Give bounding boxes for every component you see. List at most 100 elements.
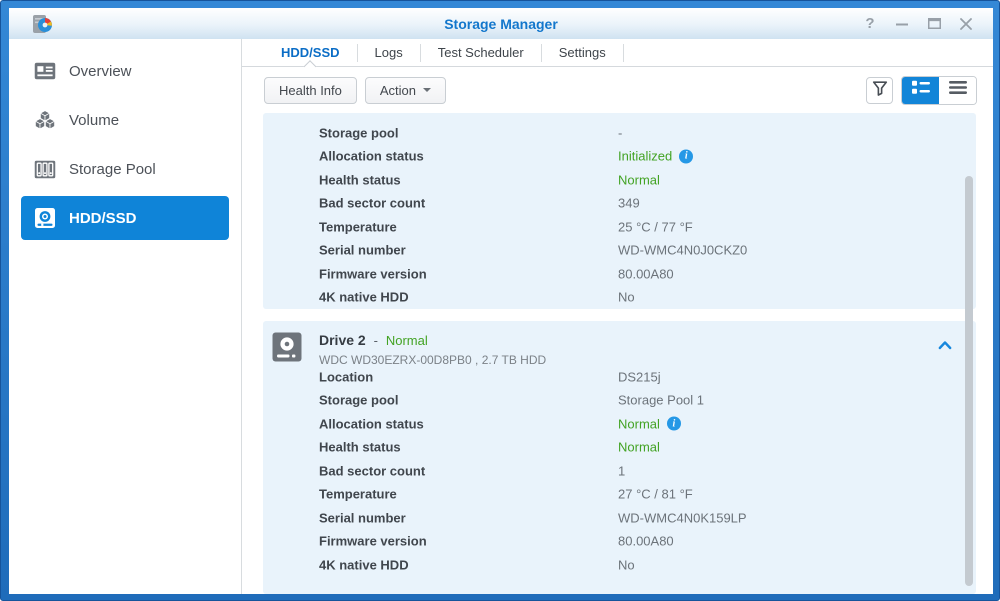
detail-label: 4K native HDD [319, 557, 409, 572]
tab-label: Settings [559, 45, 606, 60]
toolbar: Health Info Action [242, 67, 993, 113]
detail-row: Allocation status Initializedi [263, 145, 976, 169]
drive-name: Drive 2 [319, 332, 366, 348]
maximize-icon[interactable] [925, 15, 943, 33]
detail-value: DS215j [618, 369, 661, 384]
detail-row: Bad sector count 1 [263, 459, 976, 483]
title-bar: Storage Manager ? [9, 8, 993, 39]
detail-label: Allocation status [319, 416, 424, 431]
window-title: Storage Manager [9, 16, 993, 32]
detail-row: Temperature 25 °C / 77 °F [263, 215, 976, 239]
sidebar-item-label: Storage Pool [69, 161, 156, 178]
action-label: Action [380, 83, 416, 98]
detail-value: No [618, 557, 635, 572]
detail-value: WD-WMC4N0K159LP [618, 510, 747, 525]
detail-value: 25 °C / 77 °F [618, 219, 693, 234]
detail-label: Temperature [319, 219, 397, 234]
chevron-down-icon [423, 88, 431, 92]
drive-section: Storage pool - Allocation status Initial… [263, 113, 976, 309]
tab-separator [623, 44, 624, 62]
detail-value: 349 [618, 196, 640, 211]
detail-label: Serial number [319, 510, 406, 525]
drive-header: Drive 2 - Normal WDC WD30EZRX-00D8PB0 , … [271, 331, 964, 368]
detail-label: Firmware version [319, 266, 427, 281]
detail-label: Health status [319, 172, 401, 187]
storage-manager-window: Storage Manager ? [0, 0, 1000, 601]
tab-settings[interactable]: Settings [542, 39, 623, 66]
tab-test-scheduler[interactable]: Test Scheduler [421, 39, 541, 66]
health-info-label: Health Info [279, 83, 342, 98]
action-button[interactable]: Action [365, 77, 446, 104]
list-view-icon [949, 81, 967, 99]
drive-status-badge: Normal [386, 333, 428, 348]
detail-value: Normal [618, 416, 660, 431]
detail-value: 1 [618, 463, 625, 478]
filter-icon [871, 79, 889, 102]
sidebar-item-label: Volume [69, 112, 119, 129]
drive-section: Drive 2 - Normal WDC WD30EZRX-00D8PB0 , … [263, 321, 976, 594]
help-icon[interactable]: ? [861, 15, 879, 33]
detail-row: Firmware version 80.00A80 [263, 262, 976, 286]
filter-button[interactable] [866, 77, 893, 104]
list-view-button[interactable] [939, 77, 976, 104]
detail-view-button[interactable] [902, 77, 939, 104]
detail-label: Temperature [319, 487, 397, 502]
detail-row: 4K native HDD No [263, 286, 976, 310]
detail-value: Normal [618, 172, 660, 187]
detail-label: Serial number [319, 243, 406, 258]
scrollbar-thumb[interactable] [965, 176, 973, 586]
sidebar-item-label: HDD/SSD [69, 210, 137, 227]
hdd-drive-icon [271, 331, 303, 368]
detail-label: Health status [319, 440, 401, 455]
detail-value: WD-WMC4N0J0CKZ0 [618, 243, 747, 258]
tab-label: HDD/SSD [281, 45, 340, 60]
detail-value: Normal [618, 440, 660, 455]
detail-value: Storage Pool 1 [618, 393, 704, 408]
detail-label: Bad sector count [319, 196, 425, 211]
detail-label: 4K native HDD [319, 290, 409, 305]
drive-title-separator: - [374, 333, 378, 348]
storage-manager-app-icon [29, 11, 54, 41]
volume-icon [33, 110, 57, 131]
detail-row: Storage pool Storage Pool 1 [263, 389, 976, 413]
detail-row: Serial number WD-WMC4N0K159LP [263, 506, 976, 530]
info-icon[interactable]: i [667, 417, 681, 431]
detail-row: Health status Normal [263, 436, 976, 460]
detail-row: Storage pool - [263, 121, 976, 145]
detail-label: Firmware version [319, 534, 427, 549]
tab-logs[interactable]: Logs [358, 39, 420, 66]
detail-label: Storage pool [319, 393, 398, 408]
storage-pool-icon [33, 160, 57, 179]
detail-value: 27 °C / 81 °F [618, 487, 693, 502]
sidebar-item-storage-pool[interactable]: Storage Pool [21, 147, 229, 191]
sidebar-item-overview[interactable]: Overview [21, 49, 229, 93]
detail-value: - [618, 125, 622, 140]
close-icon[interactable] [957, 15, 975, 33]
detail-view-icon [912, 80, 930, 100]
info-icon[interactable]: i [679, 149, 693, 163]
detail-value: Initialized [618, 149, 672, 164]
detail-label: Location [319, 369, 373, 384]
sidebar-item-volume[interactable]: Volume [21, 98, 229, 142]
detail-row: Temperature 27 °C / 81 °F [263, 483, 976, 507]
tab-label: Logs [375, 45, 403, 60]
view-toggle-group [901, 76, 977, 105]
detail-row: Serial number WD-WMC4N0J0CKZ0 [263, 239, 976, 263]
overview-icon [33, 62, 57, 80]
sidebar-item-hdd-ssd[interactable]: HDD/SSD [21, 196, 229, 240]
health-info-button[interactable]: Health Info [264, 77, 357, 104]
detail-label: Bad sector count [319, 463, 425, 478]
tab-hdd-ssd[interactable]: HDD/SSD [264, 39, 357, 66]
detail-row: Location DS215j [263, 365, 976, 389]
collapse-chevron-up-icon[interactable] [938, 337, 952, 355]
detail-value: 80.00A80 [618, 266, 674, 281]
drive-list: Storage pool - Allocation status Initial… [242, 113, 993, 594]
sidebar: Overview [9, 39, 241, 594]
minimize-icon[interactable] [893, 15, 911, 33]
detail-row: Health status Normal [263, 168, 976, 192]
detail-row: Firmware version 80.00A80 [263, 530, 976, 554]
detail-row: Bad sector count 349 [263, 192, 976, 216]
hdd-icon [33, 207, 57, 229]
detail-row: 4K native HDD No [263, 553, 976, 577]
tab-bar: HDD/SSD Logs Test Scheduler Settings [242, 39, 993, 67]
